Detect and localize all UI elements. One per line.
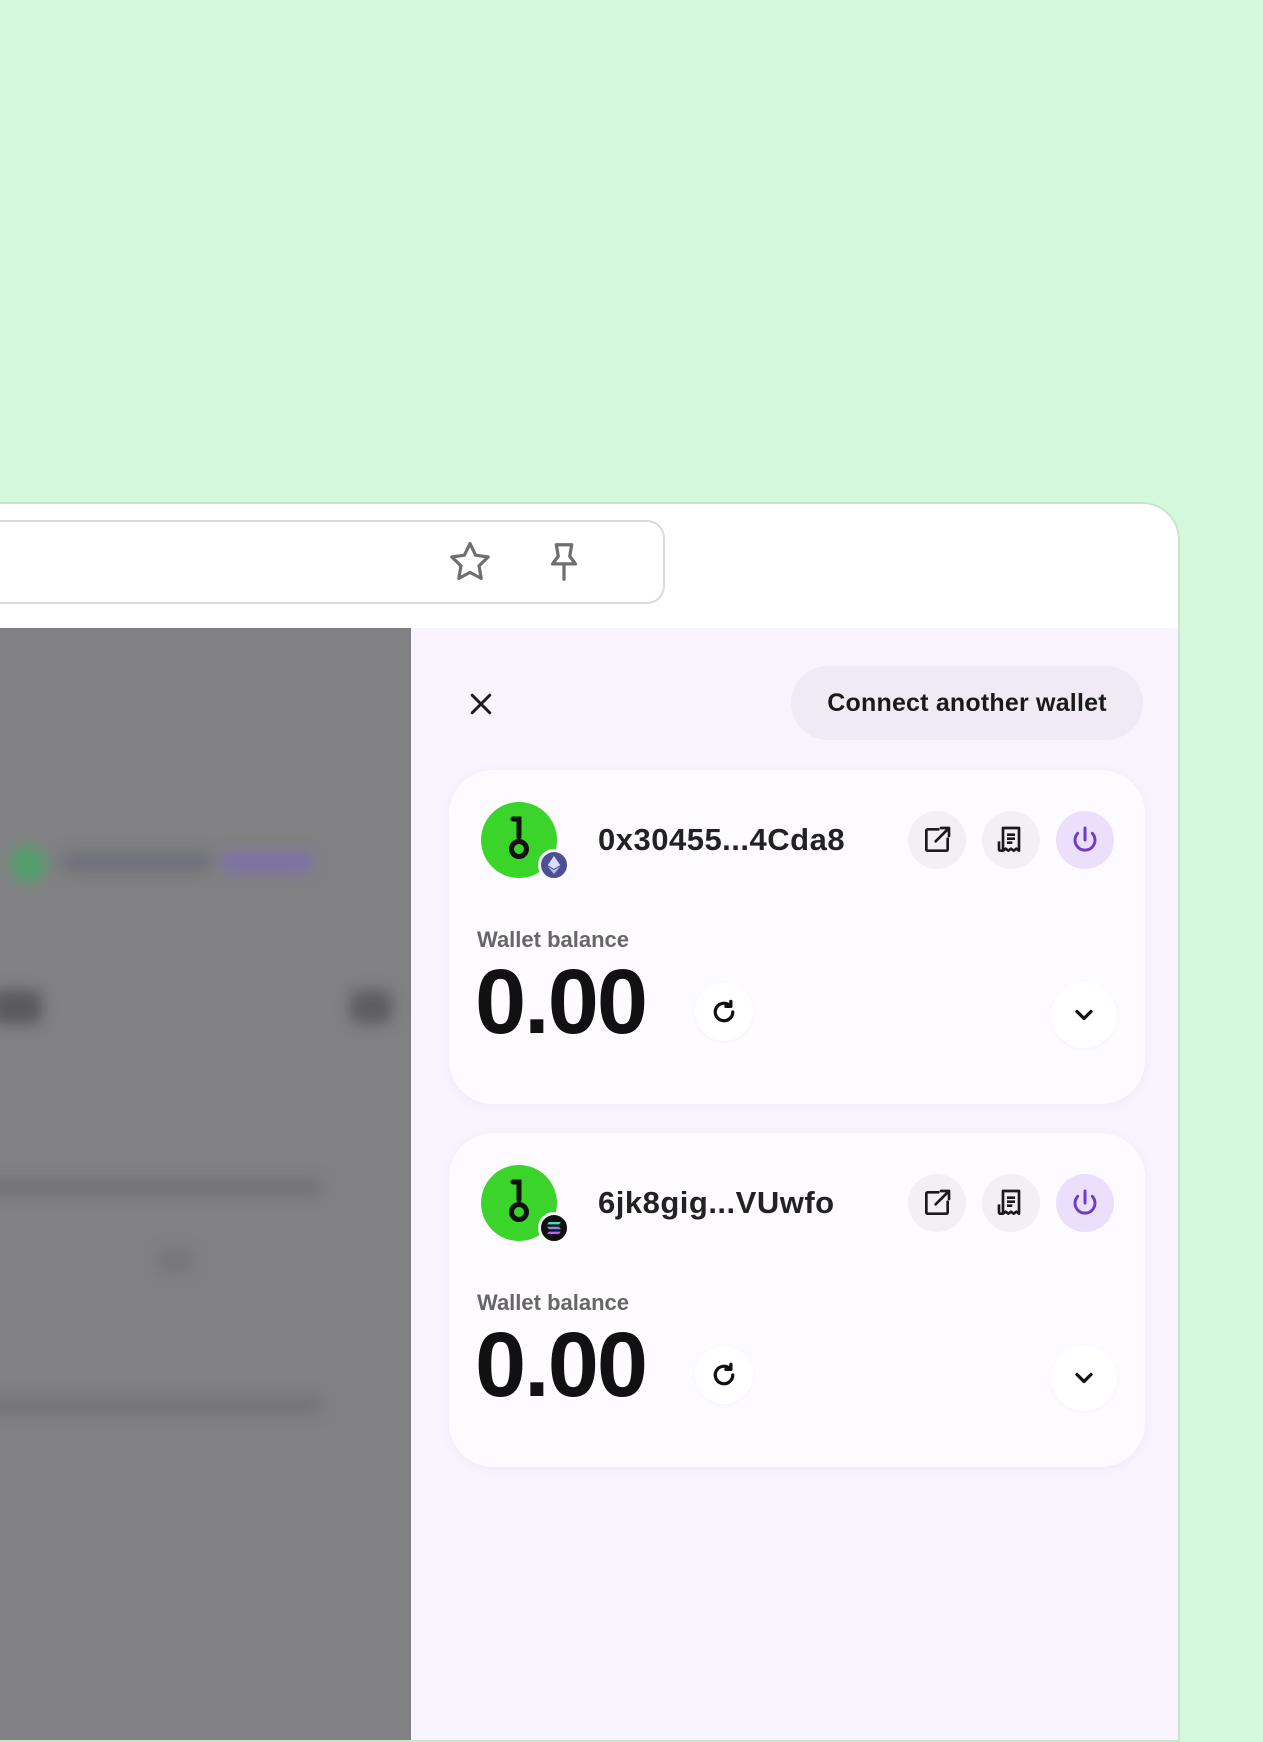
chevron-down-icon: [1075, 1372, 1093, 1384]
bookmark-star-button[interactable]: [444, 536, 496, 588]
transactions-button[interactable]: [982, 811, 1040, 869]
connect-another-wallet-button[interactable]: Connect another wallet: [791, 666, 1143, 740]
transactions-button[interactable]: [982, 1174, 1040, 1232]
wallet-card-ethereum: 0x30455...4Cda8 Wallet balance 0.00: [449, 770, 1145, 1104]
power-icon: [1073, 826, 1097, 852]
pin-extension-button[interactable]: [538, 536, 590, 588]
balance-value: 0.00: [475, 1314, 648, 1416]
external-link-icon: [925, 1189, 951, 1215]
expand-assets-button[interactable]: [1051, 1345, 1117, 1411]
refresh-icon: [713, 999, 735, 1023]
disconnect-button[interactable]: [1056, 1174, 1114, 1232]
chain-badge: [538, 1212, 570, 1244]
wallet-card-solana: 6jk8gig...VUwfo Wallet balance 0.00: [449, 1133, 1145, 1467]
refresh-balance-button[interactable]: [695, 1346, 753, 1404]
balance-label: Wallet balance: [477, 927, 630, 952]
external-link-icon: [925, 826, 951, 852]
wallet-address: 0x30455...4Cda8: [598, 822, 846, 857]
receipt-icon: [997, 1189, 1021, 1215]
refresh-icon: [713, 1362, 735, 1386]
wallet-address: 6jk8gig...VUwfo: [598, 1185, 835, 1220]
star-icon: [450, 542, 490, 580]
chevron-down-icon: [1075, 1009, 1093, 1021]
disconnect-button[interactable]: [1056, 811, 1114, 869]
pin-icon: [550, 543, 578, 581]
open-explorer-button[interactable]: [908, 811, 966, 869]
open-explorer-button[interactable]: [908, 1174, 966, 1232]
expand-assets-button[interactable]: [1051, 982, 1117, 1048]
refresh-balance-button[interactable]: [695, 983, 753, 1041]
power-icon: [1073, 1189, 1097, 1215]
browser-window: Connect another wallet 0x30455...4Cda8 W…: [0, 502, 1180, 1742]
close-button[interactable]: [461, 684, 501, 724]
balance-value: 0.00: [475, 951, 648, 1053]
wallet-panel: Connect another wallet 0x30455...4Cda8 W…: [411, 628, 1178, 1740]
ethereum-icon: [547, 856, 561, 874]
balance-label: Wallet balance: [477, 1290, 630, 1315]
receipt-icon: [997, 826, 1021, 852]
address-bar[interactable]: [0, 520, 665, 604]
blurred-page-content: [0, 628, 412, 1740]
close-icon: [470, 693, 492, 715]
chain-badge: [538, 849, 570, 881]
solana-icon: [547, 1222, 561, 1234]
